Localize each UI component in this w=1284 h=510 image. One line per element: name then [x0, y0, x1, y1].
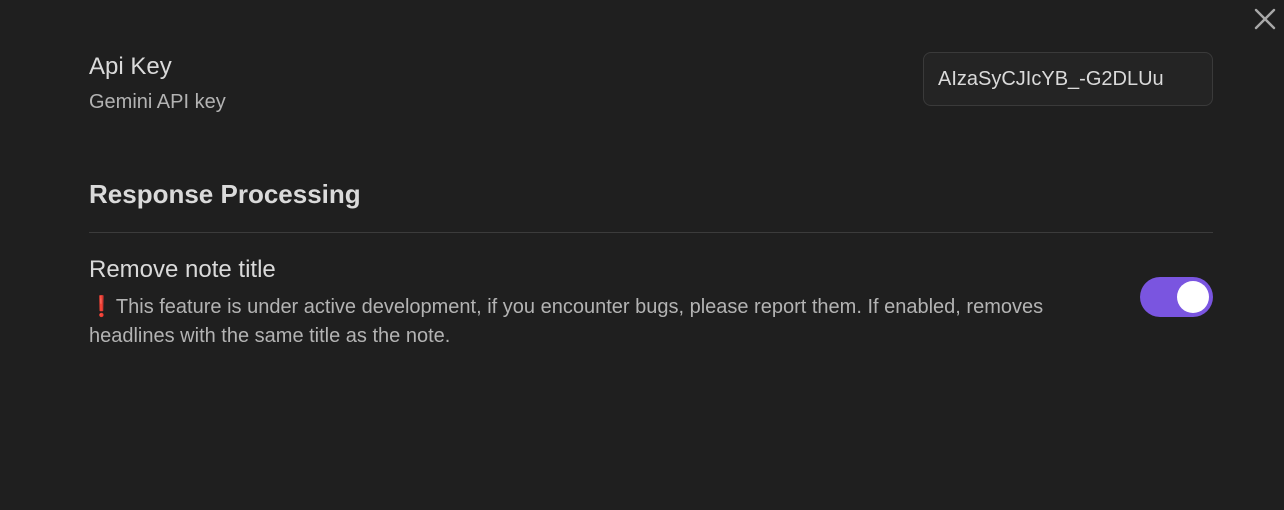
close-icon[interactable]	[1252, 6, 1278, 32]
setting-info: Api Key Gemini API key	[89, 50, 923, 117]
setting-info: Remove note title ❗ This feature is under…	[89, 253, 1109, 351]
toggle-knob	[1177, 281, 1209, 313]
settings-content: Api Key Gemini API key Response Processi…	[89, 46, 1213, 351]
remove-note-title-toggle[interactable]	[1140, 277, 1213, 317]
section-heading: Response Processing	[89, 176, 1213, 233]
setting-remove-note-title: Remove note title ❗ This feature is under…	[89, 253, 1213, 351]
setting-description-text: This feature is under active development…	[89, 296, 1044, 347]
api-key-input[interactable]	[923, 52, 1213, 106]
setting-description: ❗ This feature is under active developmen…	[89, 293, 1109, 351]
setting-name: Remove note title	[89, 256, 276, 283]
setting-description: Gemini API key	[89, 90, 226, 113]
exclamation-icon: ❗	[89, 296, 114, 318]
settings-modal: Api Key Gemini API key Response Processi…	[0, 0, 1284, 510]
setting-name: Api Key	[89, 52, 172, 80]
setting-api-key: Api Key Gemini API key	[89, 46, 1213, 120]
